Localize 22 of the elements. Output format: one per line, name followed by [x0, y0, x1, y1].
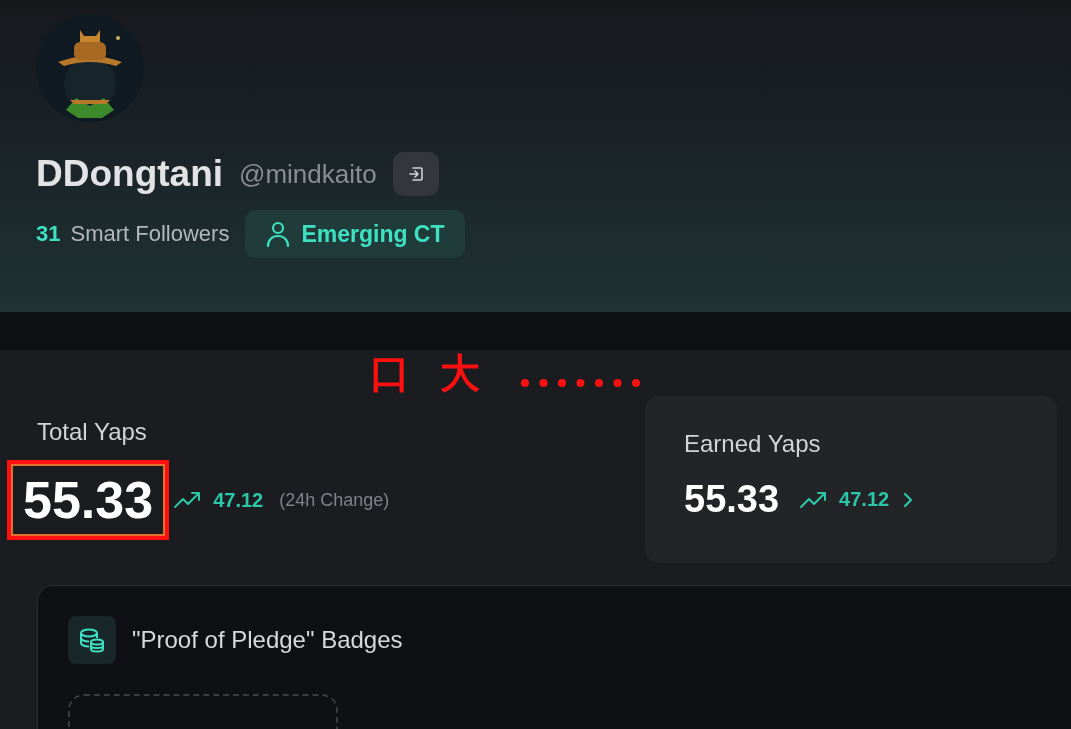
earned-yaps-value: 55.33: [684, 478, 780, 521]
badges-title: "Proof of Pledge" Badges: [132, 626, 403, 654]
total-yaps-change: 47.12: [213, 488, 264, 512]
change-period-label: (24h Change): [279, 489, 390, 511]
chevron-right-icon: [903, 491, 914, 508]
trend-up-icon: [799, 490, 828, 509]
smart-followers-label: Smart Followers: [70, 221, 230, 247]
earned-yaps-card[interactable]: Earned Yaps 55.33 47.12: [645, 396, 1057, 563]
coins-icon: [68, 616, 116, 664]
total-yaps-value: 55.33: [7, 460, 170, 540]
profile-name: DDongtani: [36, 153, 224, 195]
smart-followers-count: 31: [36, 221, 61, 247]
earned-yaps-change: 47.12: [839, 488, 890, 511]
tag-label: Emerging CT: [301, 220, 445, 248]
user-icon: [265, 220, 292, 248]
login-button[interactable]: [392, 152, 439, 196]
annotation-mark: 大: [440, 350, 480, 396]
annotation-mark: 口: [370, 350, 410, 396]
profile-handle: @mindkaito: [239, 158, 377, 190]
trend-up-icon: [173, 491, 202, 509]
earned-yaps-label: Earned Yaps: [684, 430, 822, 458]
total-yaps-label: Total Yaps: [37, 418, 148, 446]
